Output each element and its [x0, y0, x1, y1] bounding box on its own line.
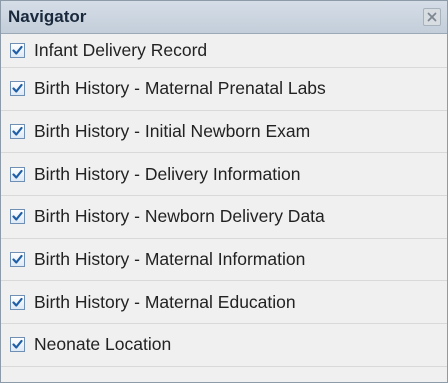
navigator-item-neonate-location[interactable]: Neonate Location	[1, 324, 447, 367]
navigator-list: Infant Delivery Record Birth History - M…	[1, 34, 447, 367]
checkmark-icon	[12, 212, 23, 222]
navigator-item-label: Neonate Location	[34, 334, 172, 355]
navigator-item-label: Birth History - Delivery Information	[34, 163, 301, 184]
navigator-item-label: Birth History - Initial Newborn Exam	[34, 121, 311, 142]
navigator-item-infant-delivery-record[interactable]: Infant Delivery Record	[1, 34, 447, 68]
checkmark-icon	[12, 297, 23, 307]
navigator-item-label: Birth History - Newborn Delivery Data	[34, 206, 325, 227]
navigator-item-maternal-prenatal-labs[interactable]: Birth History - Maternal Prenatal Labs	[1, 68, 447, 111]
checkbox[interactable]	[10, 209, 25, 225]
checkbox[interactable]	[10, 43, 25, 58]
navigator-header: Navigator	[1, 1, 447, 34]
checkmark-icon	[12, 84, 23, 93]
navigator-panel: Navigator Infant Delivery Record Birth H…	[0, 0, 448, 383]
navigator-item-initial-newborn-exam[interactable]: Birth History - Initial Newborn Exam	[1, 111, 447, 154]
checkbox[interactable]	[10, 166, 25, 182]
navigator-item-maternal-education[interactable]: Birth History - Maternal Education	[1, 281, 447, 325]
checkbox[interactable]	[10, 124, 25, 140]
checkmark-icon	[12, 254, 23, 264]
navigator-item-label: Birth History - Maternal Prenatal Labs	[34, 78, 326, 99]
navigator-item-maternal-information[interactable]: Birth History - Maternal Information	[1, 239, 447, 282]
navigator-item-newborn-delivery-data[interactable]: Birth History - Newborn Delivery Data	[1, 196, 447, 239]
checkmark-icon	[12, 45, 23, 55]
close-button[interactable]	[423, 8, 441, 26]
close-icon	[427, 12, 437, 22]
checkbox[interactable]	[10, 252, 25, 268]
checkmark-icon	[12, 169, 23, 179]
navigator-title: Navigator	[8, 7, 87, 26]
checkbox[interactable]	[10, 81, 25, 97]
navigator-item-delivery-information[interactable]: Birth History - Delivery Information	[1, 153, 447, 197]
checkbox[interactable]	[10, 294, 25, 310]
checkmark-icon	[12, 126, 23, 136]
navigator-item-label: Birth History - Maternal Information	[34, 249, 306, 270]
checkmark-icon	[12, 340, 23, 350]
navigator-item-label: Birth History - Maternal Education	[34, 291, 296, 312]
checkbox[interactable]	[10, 337, 25, 353]
navigator-item-label: Infant Delivery Record	[34, 40, 208, 60]
